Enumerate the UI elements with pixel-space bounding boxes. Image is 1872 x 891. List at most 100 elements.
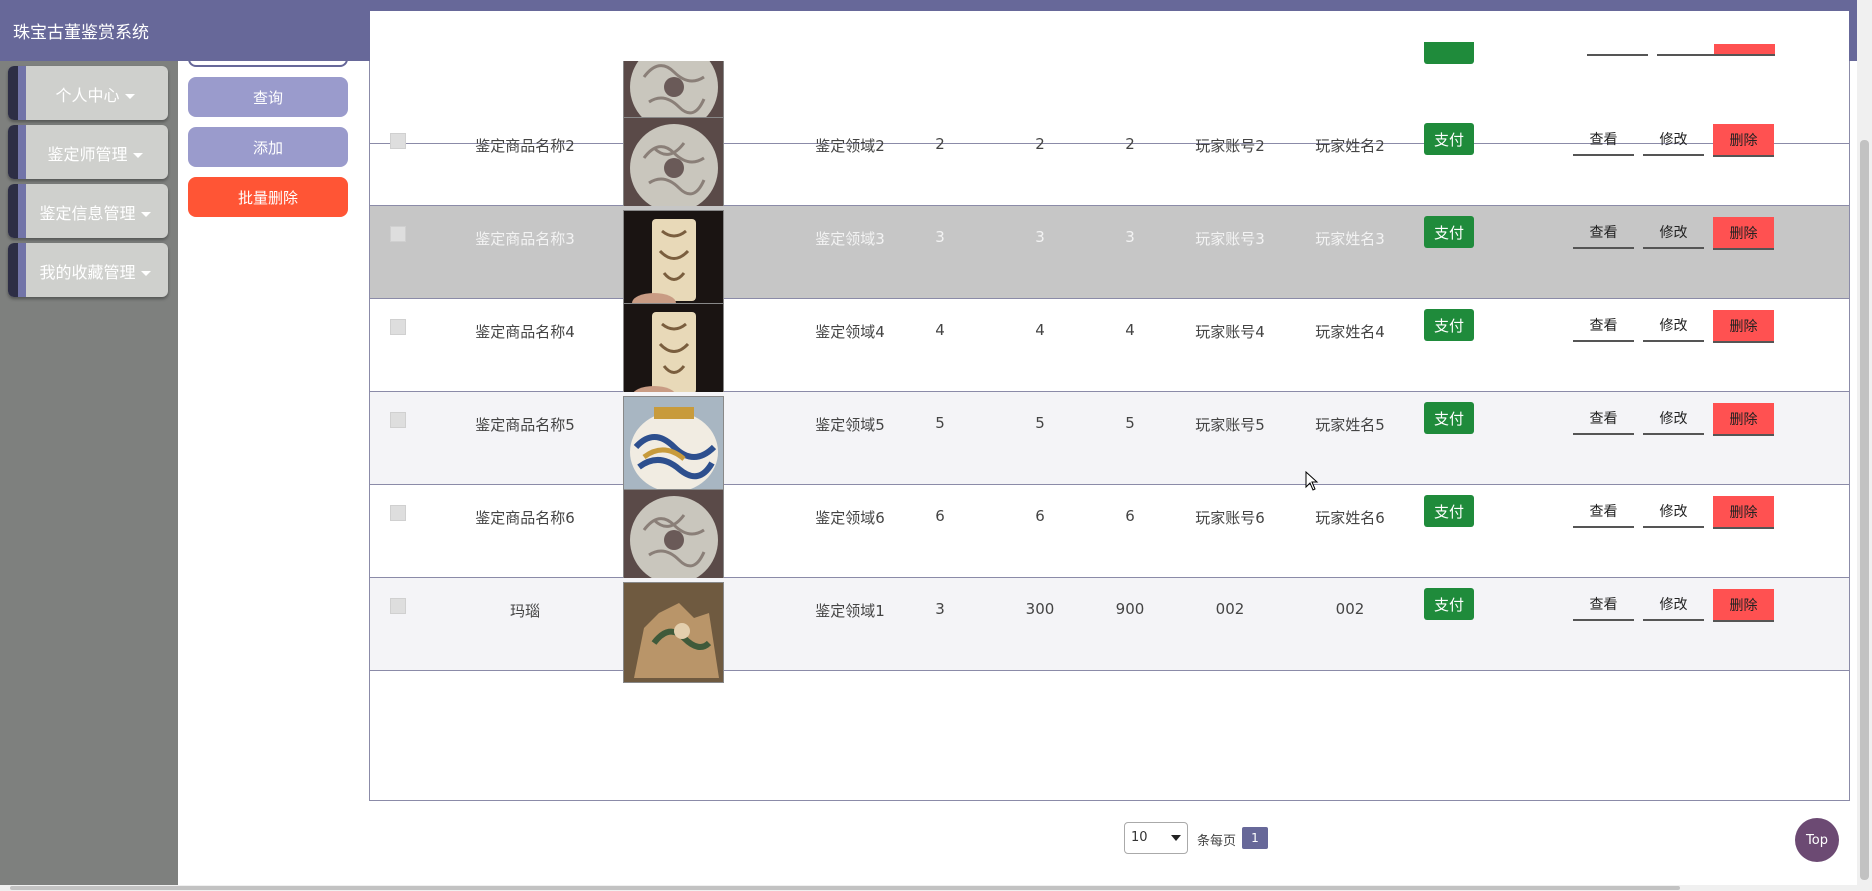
chevron-down-icon [1171,835,1181,841]
cell-player-account: 玩家账号2 [1195,137,1265,155]
back-to-top-button[interactable]: Top [1795,818,1839,862]
page-size-value: 10 [1131,830,1148,845]
view-button[interactable]: 查看 [1573,124,1634,156]
delete-button[interactable]: 删除 [1713,310,1774,343]
row-checkbox[interactable] [390,319,406,335]
mouse-cursor-icon [1305,471,1319,491]
cell-value-3: 3 [1125,228,1135,246]
view-button[interactable]: 查看 [1573,310,1634,342]
table-row: 鉴定商品名称6 鉴定领域6 6 6 6 玩家账号6 玩家姓名6 支付 查看 修改 删除 [370,485,1849,590]
sidebar-item-personal-center[interactable]: 个人中心 [8,66,168,120]
pay-button[interactable] [1424,42,1474,64]
cell-value-1: 4 [935,321,945,339]
cell-player-account: 玩家账号3 [1195,230,1265,248]
pay-button[interactable]: 支付 [1424,216,1474,248]
cell-item-name: 鉴定商品名称4 [475,323,575,341]
delete-button[interactable]: 删除 [1713,124,1774,157]
view-button[interactable] [1587,54,1648,56]
cell-field: 鉴定领域3 [815,230,885,248]
sidebar-item-appraisal-info-management[interactable]: 鉴定信息管理 [8,184,168,238]
row-checkbox[interactable] [390,598,406,614]
batch-delete-button[interactable]: 批量删除 [188,177,348,217]
cell-player-account: 玩家账号5 [1195,416,1265,434]
horizontal-scrollbar[interactable] [0,885,1872,891]
sidebar-item-label: 鉴定师管理 [47,145,128,164]
edit-button[interactable]: 修改 [1643,310,1704,342]
sidebar: 个人中心 鉴定师管理 鉴定信息管理 我的收藏管理 [0,61,178,885]
cell-value-2: 4 [1035,321,1045,339]
edit-button[interactable]: 修改 [1643,496,1704,528]
cell-item-name: 鉴定商品名称5 [475,416,575,434]
app-title: 珠宝古董鉴赏系统 [13,23,149,43]
vertical-scrollbar[interactable] [1857,0,1872,885]
row-checkbox[interactable] [390,226,406,242]
row-checkbox[interactable] [390,412,406,428]
sidebar-item-label: 鉴定信息管理 [39,204,136,223]
jade-carving-image [623,210,724,311]
edit-button[interactable]: 修改 [1643,124,1704,156]
sidebar-item-label: 个人中心 [55,86,120,105]
delete-button[interactable]: 删除 [1713,496,1774,529]
cell-item-name: 鉴定商品名称2 [475,137,575,155]
cell-value-1: 6 [935,507,945,525]
cell-value-3: 4 [1125,321,1135,339]
caret-down-icon [140,271,151,276]
search-input-edge[interactable] [188,53,348,67]
delete-button[interactable]: 删除 [1713,589,1774,622]
cell-field: 鉴定领域1 [815,602,885,620]
view-button[interactable]: 查看 [1573,217,1634,249]
cell-player-name: 玩家姓名3 [1315,230,1385,248]
data-table: 鉴定商品名称2 鉴定领域2 2 2 2 玩家账号2 玩家姓名2 支付 查看 修改 删除 鉴定商品名称3… [369,11,1850,801]
per-page-label: 条每页 [1197,834,1237,849]
sidebar-item-favorites-management[interactable]: 我的收藏管理 [8,243,168,297]
edit-button[interactable]: 修改 [1643,217,1704,249]
cell-player-name: 002 [1335,600,1365,618]
pay-button[interactable]: 支付 [1424,309,1474,341]
pay-button[interactable]: 支付 [1424,588,1474,620]
cell-player-name: 玩家姓名6 [1315,509,1385,527]
table-row: 鉴定商品名称2 鉴定领域2 2 2 2 玩家账号2 玩家姓名2 支付 查看 修改 删除 [370,113,1849,218]
cell-value-3: 6 [1125,507,1135,525]
table-row: 鉴定商品名称4 鉴定领域4 4 4 4 玩家账号4 玩家姓名4 支付 查看 修改 删除 [370,299,1849,404]
cell-value-1: 3 [935,600,945,618]
cell-field: 鉴定领域4 [815,323,885,341]
page-size-select[interactable]: 10 [1124,822,1188,854]
delete-button[interactable] [1714,44,1775,56]
delete-button[interactable]: 删除 [1713,217,1774,250]
query-button[interactable]: 查询 [188,77,348,117]
row-checkbox[interactable] [390,133,406,149]
page-number-current[interactable]: 1 [1242,827,1268,849]
cell-value-2: 6 [1035,507,1045,525]
pay-button[interactable]: 支付 [1424,495,1474,527]
cell-value-2: 5 [1035,414,1045,432]
cell-player-account: 002 [1215,600,1245,618]
view-button[interactable]: 查看 [1573,496,1634,528]
pay-button[interactable]: 支付 [1424,123,1474,155]
jade-carving-image [623,303,724,404]
action-panel: 查询 添加 批量删除 [178,53,368,885]
cell-player-account: 玩家账号6 [1195,509,1265,527]
cell-value-2: 300 [1025,600,1055,618]
edit-button[interactable] [1657,54,1718,56]
table-row: 鉴定商品名称3 鉴定领域3 3 3 3 玩家账号3 玩家姓名3 支付 查看 修改 删除 [370,206,1849,311]
cell-value-2: 2 [1035,135,1045,153]
cell-field: 鉴定领域5 [815,416,885,434]
add-button[interactable]: 添加 [188,127,348,167]
row-checkbox[interactable] [390,505,406,521]
cell-value-3: 900 [1115,600,1145,618]
edit-button[interactable]: 修改 [1643,589,1704,621]
porcelain-jar-image [623,396,724,497]
cell-item-name: 玛瑙 [509,602,540,620]
cell-field: 鉴定领域2 [815,137,885,155]
edit-button[interactable]: 修改 [1643,403,1704,435]
delete-button[interactable]: 删除 [1713,403,1774,436]
table-row: 鉴定商品名称5 鉴定领域5 5 5 5 玩家账号5 玩家姓名5 支付 查看 修改 删除 [370,392,1849,497]
view-button[interactable]: 查看 [1573,403,1634,435]
cell-value-1: 5 [935,414,945,432]
caret-down-icon [124,94,135,99]
sidebar-item-appraiser-management[interactable]: 鉴定师管理 [8,125,168,179]
cell-player-name: 玩家姓名4 [1315,323,1385,341]
view-button[interactable]: 查看 [1573,589,1634,621]
cell-player-account: 玩家账号4 [1195,323,1265,341]
pay-button[interactable]: 支付 [1424,402,1474,434]
